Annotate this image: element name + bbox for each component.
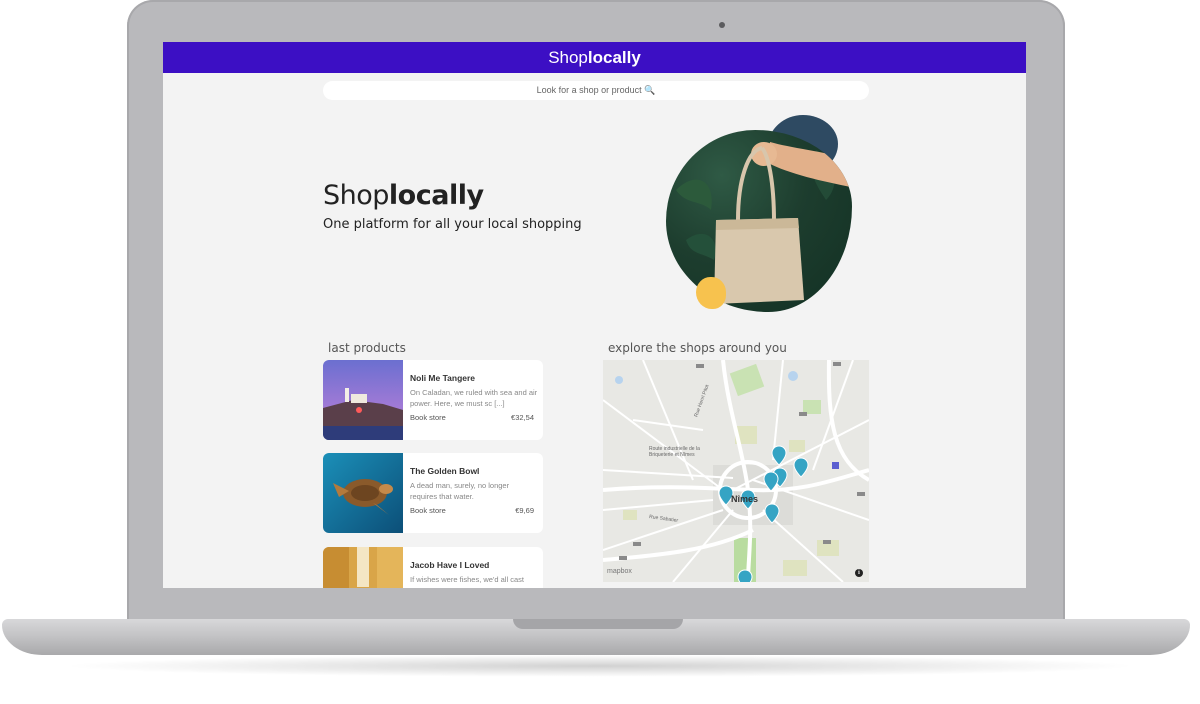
product-name[interactable]: Noli Me Tangere bbox=[410, 373, 475, 383]
product-card[interactable]: Noli Me Tangere On Caladan, we ruled wit… bbox=[323, 360, 543, 440]
product-description: If wishes were fishes, we'd all cast net… bbox=[410, 575, 524, 588]
laptop-shadow bbox=[60, 655, 1140, 677]
camera-dot bbox=[719, 22, 725, 28]
product-description: A dead man, surely, no longer requires t… bbox=[410, 481, 510, 501]
top-header: Shoplocally bbox=[163, 42, 1026, 73]
search-input[interactable]: Look for a shop or product 🔍 bbox=[323, 81, 869, 100]
map-city-label: Nîmes bbox=[731, 494, 759, 504]
product-card[interactable]: Jacob Have I Loved If wishes were fishes… bbox=[323, 547, 543, 588]
product-description: On Caladan, we ruled with sea and air po… bbox=[410, 388, 538, 408]
header-brand-bold[interactable]: locally bbox=[588, 48, 641, 67]
product-name[interactable]: The Golden Bowl bbox=[410, 466, 479, 476]
product-image bbox=[323, 547, 403, 588]
map-canvas bbox=[603, 360, 869, 582]
screen: Shoplocally Look for a shop or product 🔍… bbox=[163, 42, 1026, 588]
hero-title: Shoplocally bbox=[323, 180, 484, 211]
laptop-base-notch bbox=[513, 619, 683, 629]
hero-yellow-blob bbox=[696, 277, 726, 309]
hero-title-light: Shop bbox=[323, 180, 389, 211]
product-price: €9,69 bbox=[515, 506, 534, 515]
hero-subtitle: One platform for all your local shopping bbox=[323, 217, 582, 232]
map-attribution[interactable]: mapbox bbox=[607, 568, 632, 575]
shops-map[interactable]: Rue Henri Pitot Route industrielle de la… bbox=[603, 360, 869, 582]
product-card[interactable]: The Golden Bowl A dead man, surely, no l… bbox=[323, 453, 543, 533]
map-info-icon[interactable]: i bbox=[855, 569, 863, 577]
product-name[interactable]: Jacob Have I Loved bbox=[410, 560, 489, 570]
product-image bbox=[323, 453, 403, 533]
header-brand-light[interactable]: Shop bbox=[548, 48, 588, 67]
hero-tote-bag-image bbox=[666, 130, 852, 312]
product-image bbox=[323, 360, 403, 440]
products-section-title: last products bbox=[328, 341, 406, 355]
product-store: Book store bbox=[410, 506, 446, 515]
map-area-label: Route industrielle de la Briqueterie et … bbox=[649, 446, 700, 458]
hero-title-bold: locally bbox=[388, 180, 484, 211]
product-price: €32,54 bbox=[511, 413, 534, 422]
product-store: Book store bbox=[410, 413, 446, 422]
map-section-title: explore the shops around you bbox=[608, 341, 787, 355]
